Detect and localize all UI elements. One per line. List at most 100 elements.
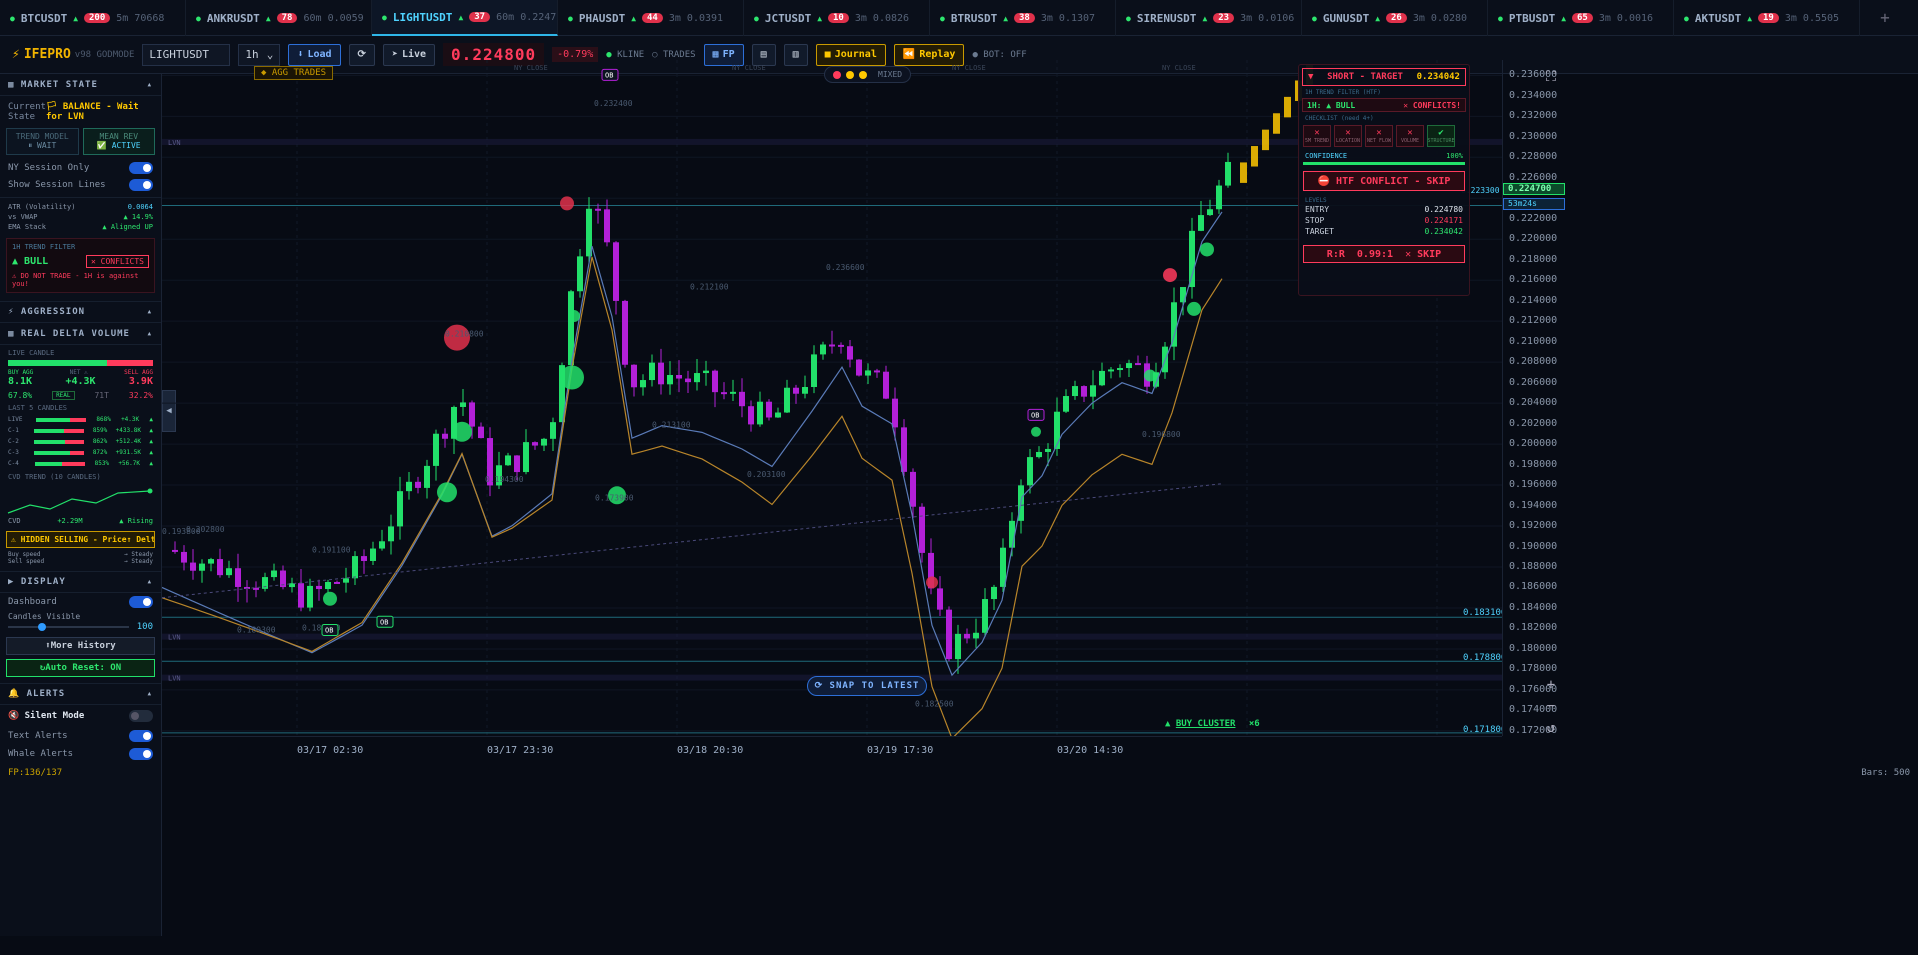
- tab-meta: 3m 0.0826: [854, 12, 910, 24]
- market-state-header[interactable]: ▦ MARKET STATE ▴: [0, 74, 161, 96]
- candles-slider[interactable]: [8, 623, 129, 631]
- candle-body: [217, 559, 223, 576]
- symbol-tab[interactable]: ● BTCUSDT ▲ 200 5m 70668: [0, 0, 186, 36]
- time-tick-label: 03/17 02:30: [297, 745, 364, 756]
- tab-badge: 10: [828, 13, 849, 23]
- alerts-header[interactable]: 🔔 ALERTS ▴: [0, 683, 161, 705]
- dot-icon: ▲: [73, 13, 79, 23]
- symbol-tab[interactable]: ● ANKRUSDT ▲ 78 60m 0.0059: [186, 0, 372, 36]
- display-header[interactable]: ▶ DISPLAY ▴: [0, 571, 161, 593]
- entry-value: 0.224780: [1424, 205, 1463, 214]
- up-triangle-icon: ▲: [1003, 13, 1009, 23]
- symbol-tab[interactable]: ● PHAUSDT ▲ 44 3m 0.0391: [558, 0, 744, 36]
- more-history-button[interactable]: ⬆ More History: [6, 637, 155, 655]
- bot-status[interactable]: ● BOT: OFF: [972, 50, 1026, 60]
- trade-count: 71T: [94, 391, 109, 400]
- candle-body: [775, 412, 781, 418]
- atr-label: ATR (Volatility): [8, 203, 76, 211]
- volume-bubble: [1187, 301, 1201, 316]
- candle-body: [631, 364, 637, 388]
- snap-to-latest-button[interactable]: ⟳ SNAP TO LATEST: [807, 676, 927, 696]
- candle-body: [739, 391, 745, 407]
- text-alerts-toggle[interactable]: [129, 730, 153, 742]
- aggression-header[interactable]: ⚡ AGGRESSION ▴: [0, 301, 161, 323]
- ny-session-toggle[interactable]: [129, 161, 153, 174]
- price-tick-label: 0.218000: [1509, 253, 1558, 265]
- add-tab-button[interactable]: +: [1860, 0, 1910, 35]
- candles-visible-label: Candles Visible: [8, 611, 81, 621]
- candle-delta-row: LIVE 868% +4.3K ▲: [8, 416, 153, 423]
- tab-symbol: PTBUSDT: [1508, 11, 1556, 25]
- projection-candle: [1284, 96, 1291, 118]
- symbol-tab-bar: ● BTCUSDT ▲ 200 5m 70668 ● ANKRUSDT ▲ 78 60m 0.00…: [0, 0, 1918, 36]
- symbol-tab[interactable]: ● JCTUSDT ▲ 10 3m 0.0826: [744, 0, 930, 36]
- kline-label: KLINE: [617, 49, 645, 60]
- zoom-out-icon[interactable]: −: [1542, 697, 1560, 715]
- price-box-label: 0.213100: [652, 421, 691, 430]
- zoom-in-icon[interactable]: +: [1542, 676, 1560, 694]
- price-tick-label: 0.214000: [1509, 294, 1558, 306]
- trades-toggle[interactable]: ○ TRADES: [652, 50, 695, 60]
- dashboard-toggle[interactable]: [129, 596, 153, 608]
- conflicts-text: CONFLICTS: [100, 257, 144, 266]
- current-state: Current State 🏳 BALANCE - Wait for LVN: [0, 96, 161, 128]
- chart-icon: ▦: [8, 79, 15, 90]
- sell-speed-label: Sell speed: [8, 558, 45, 565]
- slider-thumb[interactable]: [38, 623, 46, 631]
- last5-list: LIVE 868% +4.3K ▲ C-1 859% +433.8K ▲ C-2 862% +512…: [0, 412, 161, 471]
- checklist: ✕ 5M TREND ✕ LOCATION ✕ NET FLOW ✕ VOLUME ✔ STRUC…: [1299, 122, 1469, 150]
- status-dot-icon: ●: [754, 13, 759, 23]
- ny-close-label: NY CLOSE: [514, 64, 548, 72]
- candle-body: [190, 562, 196, 571]
- tab-badge: 26: [1386, 13, 1407, 23]
- price-tick-label: 0.230000: [1509, 130, 1558, 142]
- volume-bubble: [560, 365, 584, 390]
- collapse-icon: ▴: [146, 689, 153, 699]
- expand-icon[interactable]: ⛶: [1542, 68, 1560, 86]
- candle-body: [298, 583, 304, 608]
- levels-label: LEVELS: [1305, 197, 1327, 204]
- candle-body: [406, 481, 412, 492]
- reset-zoom-icon[interactable]: ↺: [1542, 719, 1560, 737]
- candle-body: [316, 585, 322, 590]
- dot-icon: ▲: [1202, 13, 1208, 23]
- ob-label: OB: [605, 71, 613, 79]
- atr-row: ATR (Volatility) 0.0064: [0, 202, 161, 212]
- candle-body: [982, 599, 988, 633]
- candle-body: [523, 442, 529, 473]
- tab-symbol: BTCUSDT: [20, 11, 68, 25]
- candle-body: [352, 556, 358, 579]
- symbol-tab[interactable]: ● AKTUSDT ▲ 19 3m 0.5505: [1674, 0, 1860, 36]
- symbol-tab[interactable]: ● SIRENUSDT ▲ 23 3m 0.0106: [1116, 0, 1302, 36]
- cvd-label: CVD: [8, 517, 21, 525]
- symbol-tab[interactable]: ● GUNUSDT ▲ 26 3m 0.0280: [1302, 0, 1488, 36]
- delta-header[interactable]: ▦ REAL DELTA VOLUME ▴: [0, 323, 161, 345]
- candle-body: [424, 465, 430, 488]
- checklist-item: ✕ 5M TREND: [1303, 125, 1331, 147]
- state-label: Current State: [8, 102, 46, 122]
- symbol-tab[interactable]: ● PTBUSDT ▲ 65 3m 0.0016: [1488, 0, 1674, 36]
- model-boxes: TREND MODEL ⏸ WAIT MEAN REV ✅ ACTIVE: [0, 128, 161, 155]
- time-tick-label: 03/18 20:30: [677, 745, 744, 756]
- time-axis[interactable]: 03/17 02:30 03/17 23:30 03/18 20:30 03/19 1…: [162, 736, 1502, 760]
- symbol-tab[interactable]: ● LIGHTUSDT ▲ 37 60m 0.2247: [372, 0, 558, 36]
- whale-alerts-toggle[interactable]: [129, 748, 153, 760]
- trend-filter-label: 1H TREND FILTER: [12, 243, 76, 251]
- agg-trades-badge[interactable]: ◆ AGG TRADES: [254, 66, 334, 80]
- symbol-tab[interactable]: ● BTRUSDT ▲ 38 3m 0.1307: [930, 0, 1116, 36]
- htf-row: 1H: ▲ BULL ✕ CONFLICTS!: [1302, 98, 1466, 112]
- tab-symbol: ANKRUSDT: [206, 11, 260, 25]
- silent-mode-toggle[interactable]: [129, 710, 153, 722]
- auto-reset-button[interactable]: ↻ Auto Reset: ON: [6, 659, 155, 677]
- session-lines-toggle[interactable]: [129, 178, 153, 191]
- up-triangle-icon: ▲: [1375, 13, 1381, 23]
- agg-trades-label: AGG TRADES: [271, 68, 327, 78]
- target-value: 0.234042: [1424, 227, 1463, 236]
- candle-delta-row: C-1 859% +433.8K ▲: [8, 427, 153, 434]
- collapse-icon: ▴: [146, 577, 153, 587]
- refresh-icon: ⟳: [357, 49, 366, 60]
- price-axis[interactable]: 0.236000 0.234000 0.232000 0.230000 0.228000…: [1502, 60, 1562, 736]
- price-chart[interactable]: 0.210800 0.194300 0.212100 0.236600 0.232400…: [162, 60, 1502, 736]
- kline-toggle[interactable]: ● KLINE: [606, 50, 644, 60]
- state-value-text: BALANCE - Wait for LVN: [46, 102, 139, 122]
